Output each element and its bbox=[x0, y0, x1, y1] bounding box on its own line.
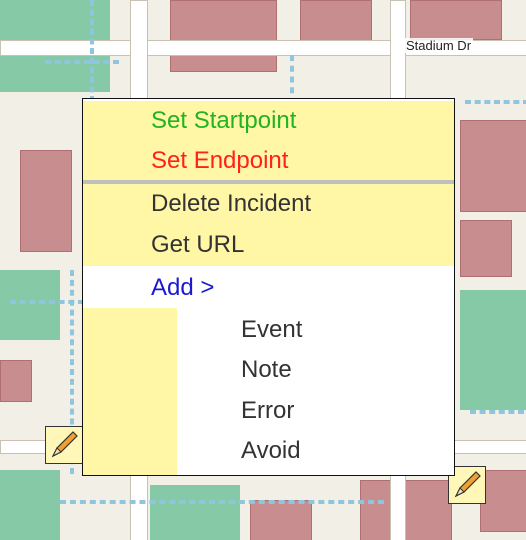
park-area bbox=[460, 290, 526, 410]
building bbox=[460, 120, 526, 212]
footpath bbox=[290, 55, 294, 104]
submenu-item-event[interactable]: Event bbox=[83, 310, 454, 350]
park-area bbox=[150, 485, 240, 540]
submenu-item-avoid[interactable]: Avoid bbox=[83, 431, 454, 471]
building bbox=[460, 220, 512, 277]
building bbox=[170, 0, 277, 72]
menu-item-delete-incident[interactable]: Delete Incident bbox=[83, 184, 454, 224]
building bbox=[480, 470, 526, 532]
submenu-item-error[interactable]: Error bbox=[83, 390, 454, 431]
submenu-item-note[interactable]: Note bbox=[83, 350, 454, 390]
footpath bbox=[465, 100, 526, 104]
footpath bbox=[470, 410, 524, 414]
footpath bbox=[45, 60, 119, 64]
building bbox=[20, 150, 72, 252]
footpath bbox=[60, 500, 384, 504]
menu-item-set-endpoint[interactable]: Set Endpoint bbox=[83, 141, 454, 180]
menu-item-get-url[interactable]: Get URL bbox=[83, 224, 454, 266]
menu-item-set-startpoint[interactable]: Set Startpoint bbox=[83, 101, 454, 141]
building bbox=[410, 0, 502, 40]
context-menu: Set Startpoint Set Endpoint Delete Incid… bbox=[82, 98, 455, 476]
map-canvas[interactable]: Stadium Dr Set Startpoint Set Endpoint D… bbox=[0, 0, 526, 540]
park-area bbox=[0, 470, 60, 540]
building bbox=[0, 360, 32, 402]
menu-item-add[interactable]: Add > bbox=[83, 268, 454, 308]
street-label-stadium-dr: Stadium Dr bbox=[404, 38, 474, 53]
building bbox=[300, 0, 372, 42]
building bbox=[360, 480, 452, 540]
incident-marker[interactable] bbox=[45, 426, 83, 464]
footpath bbox=[90, 0, 94, 102]
building bbox=[250, 500, 312, 540]
park-area bbox=[0, 270, 60, 340]
